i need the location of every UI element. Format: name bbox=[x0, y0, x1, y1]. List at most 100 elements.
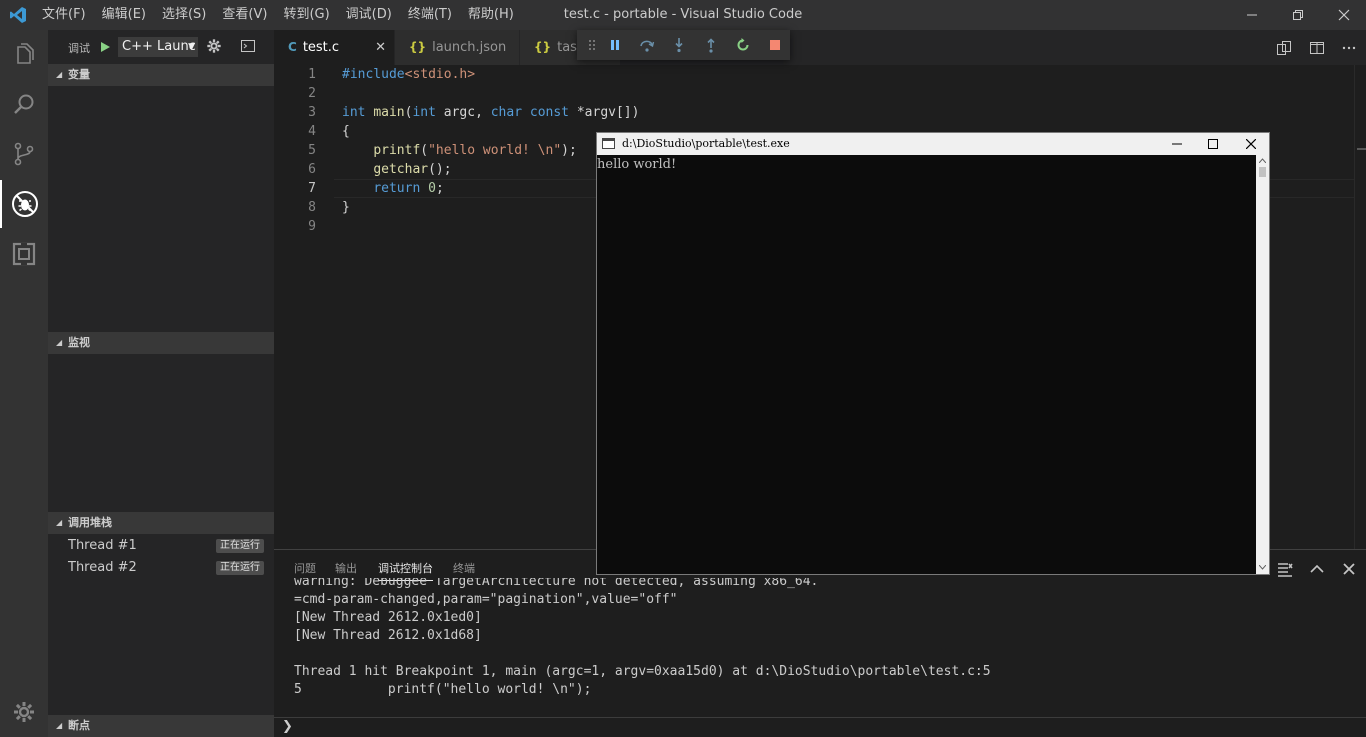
clear-console-button[interactable] bbox=[1276, 560, 1294, 578]
menu-edit[interactable]: 编辑(E) bbox=[94, 0, 154, 30]
open-launch-json-button[interactable] bbox=[206, 38, 222, 58]
console-line: Thread 1 hit Breakpoint 1, main (argc=1,… bbox=[294, 664, 991, 679]
debug-toolbar-drag-handle[interactable] bbox=[583, 36, 601, 54]
menu-terminal[interactable]: 终端(T) bbox=[400, 0, 460, 30]
manage-button[interactable] bbox=[0, 688, 48, 736]
tab-test-c[interactable]: Ctest.c ✕ bbox=[274, 30, 394, 65]
clear-console-icon bbox=[1278, 563, 1293, 577]
explorer-button[interactable] bbox=[0, 30, 48, 78]
chevron-down-icon: ◢ bbox=[56, 338, 63, 347]
search-button[interactable] bbox=[0, 80, 48, 128]
line-number: 8 bbox=[308, 200, 316, 215]
menu-help[interactable]: 帮助(H) bbox=[460, 0, 522, 30]
debug-config-value: C++ Launc bbox=[122, 39, 196, 54]
editor-scrollbar[interactable] bbox=[1354, 65, 1366, 549]
callstack-thread-2[interactable]: Thread #2 正在运行 bbox=[48, 557, 274, 579]
activity-bar bbox=[0, 30, 48, 737]
console-title-bar[interactable]: d:\DioStudio\portable\test.exe bbox=[597, 133, 1269, 155]
panel-tab-problems[interactable]: 问题 bbox=[294, 560, 316, 576]
stop-icon bbox=[770, 40, 780, 50]
variables-section-header[interactable]: ◢ 变量 bbox=[48, 64, 274, 86]
menu-go[interactable]: 转到(G) bbox=[275, 0, 337, 30]
debug-title: 调试 bbox=[68, 42, 90, 55]
tab-launch-json[interactable]: {} launch.json bbox=[395, 30, 519, 65]
stop-button[interactable] bbox=[766, 36, 784, 54]
start-debugging-button[interactable] bbox=[96, 38, 114, 56]
terminal-icon bbox=[241, 40, 255, 52]
menu-debug[interactable]: 调试(D) bbox=[338, 0, 400, 30]
debug-console-output[interactable]: warning: Debuggee TargetArchitecture not… bbox=[274, 578, 1366, 717]
chevron-down-icon bbox=[1259, 565, 1266, 570]
menu-selection[interactable]: 选择(S) bbox=[154, 0, 214, 30]
minimize-icon bbox=[1172, 143, 1182, 145]
pause-button[interactable] bbox=[606, 36, 624, 54]
close-tab-button[interactable]: ✕ bbox=[375, 30, 386, 65]
split-editor-button[interactable] bbox=[1307, 38, 1327, 58]
console-scrollbar[interactable] bbox=[1256, 155, 1269, 574]
maximize-icon bbox=[1208, 139, 1218, 149]
debug-console-button[interactable] bbox=[240, 38, 256, 58]
close-window-button[interactable] bbox=[1321, 0, 1366, 30]
variables-section-title: 变量 bbox=[68, 68, 90, 81]
repl-prompt-icon: ❯ bbox=[282, 719, 293, 734]
debug-config-select[interactable]: C++ Launc ▼ bbox=[118, 37, 198, 57]
json-file-icon: {} bbox=[409, 40, 427, 54]
step-over-button[interactable] bbox=[638, 36, 656, 54]
callstack-section-header[interactable]: ◢ 调用堆栈 bbox=[48, 512, 274, 534]
split-editor-icon bbox=[1310, 42, 1324, 54]
play-icon bbox=[101, 42, 110, 52]
callstack-thread-1[interactable]: Thread #1 正在运行 bbox=[48, 535, 274, 557]
step-into-button[interactable] bbox=[670, 36, 688, 54]
step-out-icon bbox=[707, 38, 715, 53]
watch-section-title: 监视 bbox=[68, 336, 90, 349]
debug-toolbar bbox=[577, 30, 790, 60]
repl-input[interactable]: ❯ bbox=[274, 717, 1366, 737]
line-number: 3 bbox=[308, 105, 316, 120]
source-control-icon bbox=[14, 142, 34, 166]
open-changes-button[interactable] bbox=[1274, 38, 1294, 58]
code-line-1: #include<stdio.h> bbox=[342, 67, 476, 82]
tab-label: launch.json bbox=[432, 40, 507, 55]
line-number: 5 bbox=[308, 143, 316, 158]
json-file-icon: {} bbox=[534, 40, 552, 54]
source-control-button[interactable] bbox=[0, 130, 48, 178]
watch-section-header[interactable]: ◢ 监视 bbox=[48, 332, 274, 354]
step-out-button[interactable] bbox=[702, 36, 720, 54]
line-number: 2 bbox=[308, 86, 316, 101]
more-actions-button[interactable] bbox=[1339, 38, 1359, 58]
breakpoints-section-title: 断点 bbox=[68, 719, 90, 732]
console-window[interactable]: d:\DioStudio\portable\test.exe hello wor… bbox=[596, 132, 1270, 575]
console-minimize-button[interactable] bbox=[1159, 133, 1195, 155]
panel-tab-terminal[interactable]: 终端 bbox=[453, 560, 475, 576]
line-number: 4 bbox=[308, 124, 316, 139]
console-close-button[interactable] bbox=[1233, 133, 1269, 155]
console-line: warning: Debuggee TargetArchitecture not… bbox=[294, 578, 819, 589]
extensions-button[interactable] bbox=[0, 230, 48, 278]
menu-bar: 文件(F) 编辑(E) 选择(S) 查看(V) 转到(G) 调试(D) 终端(T… bbox=[34, 0, 522, 30]
maximize-panel-button[interactable] bbox=[1308, 560, 1326, 578]
console-maximize-button[interactable] bbox=[1195, 133, 1231, 155]
close-panel-button[interactable] bbox=[1340, 560, 1358, 578]
panel-tab-output[interactable]: 输出 bbox=[335, 560, 357, 576]
step-over-icon bbox=[640, 40, 655, 52]
thread-status-badge: 正在运行 bbox=[216, 539, 264, 553]
console-line: [New Thread 2612.0x1ed0] bbox=[294, 610, 482, 625]
menu-view[interactable]: 查看(V) bbox=[214, 0, 275, 30]
scrollbar-thumb[interactable] bbox=[1259, 167, 1266, 177]
restart-button[interactable] bbox=[734, 36, 752, 54]
menu-file[interactable]: 文件(F) bbox=[34, 0, 94, 30]
callstack-section-title: 调用堆栈 bbox=[68, 516, 112, 529]
breakpoints-section-header[interactable]: ◢ 断点 bbox=[48, 715, 274, 737]
debug-view-button[interactable] bbox=[0, 180, 48, 228]
minimize-button[interactable] bbox=[1229, 0, 1275, 30]
minimize-icon bbox=[1247, 14, 1257, 16]
line-number: 1 bbox=[308, 67, 316, 82]
editor-tabs: Ctest.c ✕ {} launch.json {} tasks bbox=[274, 30, 1366, 65]
chevron-up-icon bbox=[1310, 564, 1324, 573]
restore-button[interactable] bbox=[1275, 0, 1321, 30]
chevron-up-icon bbox=[1259, 158, 1266, 163]
compare-icon bbox=[1277, 41, 1291, 55]
chevron-down-icon: ◢ bbox=[56, 721, 63, 730]
code-line-3: int main(int argc, char const *argv[]) bbox=[342, 105, 640, 120]
search-icon bbox=[14, 94, 34, 114]
